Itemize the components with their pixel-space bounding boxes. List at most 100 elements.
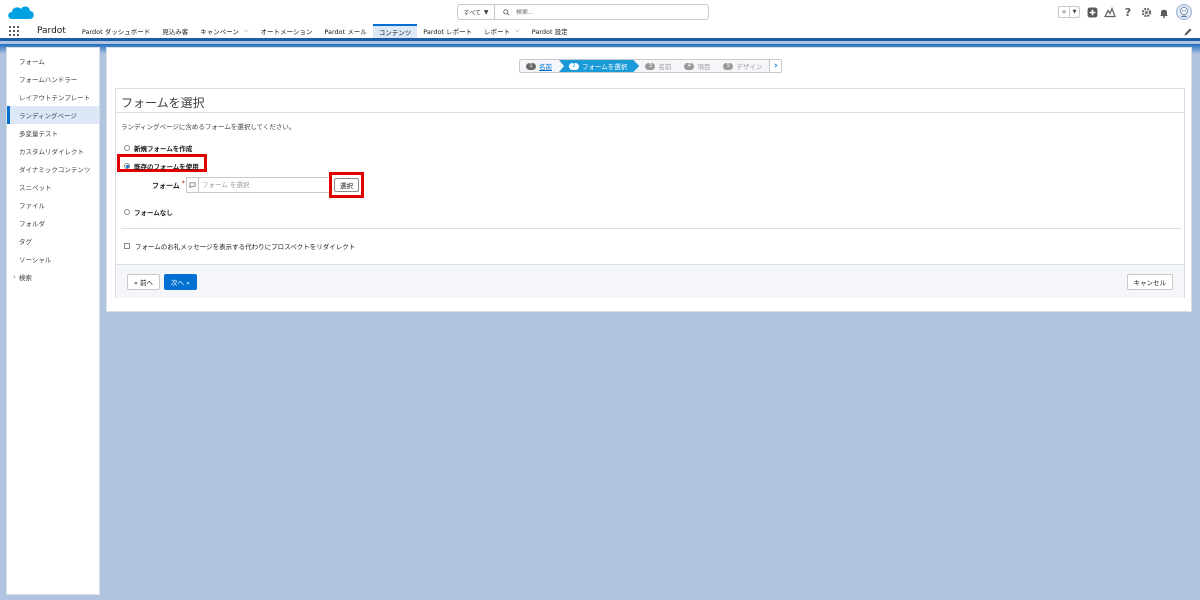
caret-down-icon: ▼ (483, 8, 489, 16)
favorites-group: ★ ▼ (1058, 6, 1080, 18)
chevron-down-icon[interactable]: ⌵ (244, 27, 249, 35)
nav-label: Pardot ダッシュボード (81, 28, 151, 36)
notifications-bell-icon[interactable] (1158, 6, 1170, 18)
intro-text: ランディングページに含めるフォームを選択してください。 (121, 123, 296, 131)
sidebar-item-snippets[interactable]: スニペット (7, 178, 99, 196)
wizard-step-design: 5 デザイン (717, 60, 769, 72)
lookup-form-icon (187, 178, 199, 192)
nav-item-pardot-email[interactable]: Pardot メール (318, 24, 372, 38)
page-title: フォームを選択 (121, 96, 205, 110)
nav-item-reports[interactable]: レポート ⌵ (478, 24, 526, 38)
main-panel: 1 名前 2 フォームを選択 3 名前 4 項目 5 デザイン › フォームを選… (106, 47, 1192, 312)
nav-label: 見込み客 (162, 28, 189, 36)
step-label: フォームを選択 (582, 63, 628, 71)
step-number: 1 (526, 62, 536, 70)
sidebar-item-forms[interactable]: フォーム (7, 52, 99, 70)
step-label: デザイン (736, 63, 763, 71)
option-new-form[interactable]: 新規フォームを作成 (124, 143, 192, 153)
search-input[interactable] (516, 8, 696, 16)
wizard-next-chevron-icon[interactable]: › (769, 60, 782, 72)
sidebar-item-custom-redirects[interactable]: カスタムリダイレクト (7, 142, 99, 160)
step-label: 項目 (697, 63, 711, 71)
sidebar-item-label: タグ (19, 238, 32, 246)
trailhead-icon[interactable] (1104, 6, 1116, 18)
global-header: すべて ▼ ★ ▼ ? (0, 0, 1200, 24)
nav-item-content[interactable]: コンテンツ (372, 24, 418, 38)
sidebar-item-label: 多変量テスト (19, 130, 58, 138)
wizard-step-select-form: 2 フォームを選択 (559, 60, 639, 72)
select-form-button[interactable]: 選択 (334, 178, 359, 192)
sidebar-item-layout-templates[interactable]: レイアウトテンプレート (7, 88, 99, 106)
step-label: 名前 (658, 63, 672, 71)
step-number: 3 (645, 62, 656, 70)
sidebar-item-tags[interactable]: タグ (7, 232, 99, 250)
nav-item-pardot-dashboard[interactable]: Pardot ダッシュボード (76, 24, 156, 38)
radio-new-form[interactable] (124, 145, 130, 151)
form-lookup (186, 177, 330, 193)
option-label: フォームなし (134, 209, 173, 217)
nav-item-automation[interactable]: オートメーション (254, 24, 318, 38)
salesforce-logo-icon[interactable] (6, 3, 36, 23)
sidebar-item-dynamic-content[interactable]: ダイナミックコンテンツ (7, 160, 99, 178)
search-scope-label: すべて (463, 9, 481, 17)
app-launcher-icon[interactable] (9, 24, 29, 38)
previous-button[interactable]: « 前へ (127, 274, 161, 290)
sidebar-item-form-handlers[interactable]: フォームハンドラー (7, 70, 99, 88)
redirect-checkbox[interactable] (124, 243, 130, 249)
nav-item-pardot-settings[interactable]: Pardot 設定 (526, 24, 574, 38)
sidebar-item-label: スニペット (19, 184, 52, 192)
sidebar-item-label: カスタムリダイレクト (19, 148, 84, 156)
wizard-step-name[interactable]: 1 名前 (520, 60, 559, 72)
favorite-star-icon[interactable]: ★ (1059, 7, 1069, 17)
form-label-text: フォーム (152, 182, 180, 190)
radio-existing-form[interactable] (124, 163, 130, 169)
wizard-step-fields: 4 項目 (678, 60, 717, 72)
option-label: 既存のフォームを使用 (134, 163, 199, 171)
form-field-label: フォーム * (152, 180, 185, 191)
sidebar-item-folders[interactable]: フォルダ (7, 214, 99, 232)
sidebar-item-files[interactable]: ファイル (7, 196, 99, 214)
sidebar-item-landing-pages[interactable]: ランディングページ (7, 106, 99, 124)
sidebar-item-search[interactable]: › 検索 (7, 268, 99, 286)
option-no-form[interactable]: フォームなし (124, 207, 173, 217)
sidebar-item-multivariate-tests[interactable]: 多変量テスト (7, 124, 99, 142)
option-label: 新規フォームを作成 (134, 145, 193, 153)
app-nav-bar: Pardot Pardot ダッシュボード 見込み客 キャンペーン ⌵ オートメー… (0, 24, 1200, 41)
content-sidebar: フォーム フォームハンドラー レイアウトテンプレート ランディングページ 多変量… (6, 47, 100, 595)
search-field (495, 5, 708, 19)
favorites-list-icon[interactable]: ▼ (1069, 7, 1079, 17)
nav-label: Pardot メール (324, 28, 367, 36)
cancel-button[interactable]: キャンセル (1126, 274, 1173, 290)
global-search: すべて ▼ (457, 4, 709, 20)
option-existing-form[interactable]: 既存のフォームを使用 (124, 161, 199, 171)
nav-item-prospects[interactable]: 見込み客 (156, 24, 194, 38)
nav-label: レポート (484, 28, 511, 36)
chevron-right-icon: › (13, 273, 16, 281)
title-divider (116, 112, 1184, 113)
settings-gear-icon[interactable] (1140, 6, 1152, 18)
nav-label: Pardot レポート (423, 28, 473, 36)
edit-nav-pencil-icon[interactable] (1183, 27, 1193, 37)
sidebar-item-label: レイアウトテンプレート (19, 94, 91, 102)
nav-label: コンテンツ (378, 29, 412, 37)
redirect-checkbox-label: フォームのお礼メッセージを表示する代わりにプロスペクトをリダイレクト (135, 243, 356, 251)
section-divider (121, 228, 1181, 229)
search-scope-select[interactable]: すべて ▼ (458, 5, 495, 19)
user-avatar[interactable] (1176, 4, 1192, 20)
step-number: 4 (684, 62, 695, 70)
card-footer: « 前へ 次へ » キャンセル (116, 264, 1184, 298)
redirect-option[interactable]: フォームのお礼メッセージを表示する代わりにプロスペクトをリダイレクト (124, 241, 355, 251)
nav-item-campaigns[interactable]: キャンペーン ⌵ (194, 24, 254, 38)
sidebar-item-label: ランディングページ (19, 112, 77, 120)
app-name: Pardot (37, 26, 66, 36)
help-icon[interactable]: ? (1122, 6, 1134, 19)
sidebar-item-label: ダイナミックコンテンツ (19, 166, 91, 174)
chevron-down-icon[interactable]: ⌵ (515, 27, 520, 35)
sidebar-item-label: フォームハンドラー (19, 76, 78, 84)
radio-no-form[interactable] (124, 209, 130, 215)
global-add-icon[interactable] (1086, 6, 1098, 18)
next-button[interactable]: 次へ » (164, 274, 198, 290)
nav-item-pardot-reports[interactable]: Pardot レポート (417, 24, 478, 38)
form-lookup-input[interactable] (199, 180, 324, 190)
sidebar-item-social[interactable]: ソーシャル (7, 250, 99, 268)
